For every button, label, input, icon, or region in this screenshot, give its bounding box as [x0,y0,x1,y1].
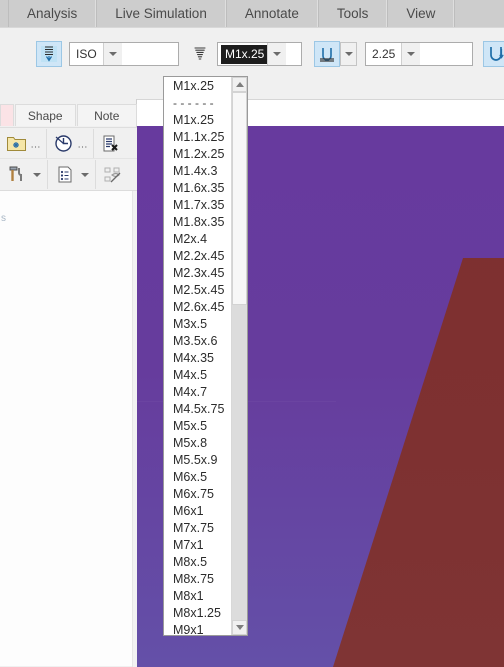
list-properties-group [48,160,96,189]
chevron-down-icon[interactable] [77,162,92,188]
dropdown-item[interactable]: M7x1 [164,537,231,554]
dropdown-item[interactable]: M5.5x.9 [164,452,231,469]
dropdown-item[interactable]: M3x.5 [164,316,231,333]
dropdown-item[interactable]: M1.4x.3 [164,163,231,180]
dropdown-item[interactable]: M1.2x.25 [164,146,231,163]
history-group: ⋯ [47,129,94,158]
thread-standard-value: ISO [76,47,97,61]
thread-class-icon[interactable] [483,41,504,67]
panel-tab-indicator[interactable] [0,104,14,126]
dropdown-item[interactable]: M4x.7 [164,384,231,401]
screw-thread-icon[interactable] [187,41,213,67]
panel-tab-shape[interactable]: Shape [15,104,76,126]
scrollbar-thumb[interactable] [232,92,247,305]
dropdown-item[interactable]: M8x.5 [164,554,231,571]
chevron-down-icon[interactable] [401,43,421,65]
dropdown-item[interactable]: M1.7x.35 [164,197,231,214]
dropdown-item[interactable]: M5x.5 [164,418,231,435]
thread-size-value: M1x.25 [221,44,268,64]
dropdown-item[interactable]: M6x.5 [164,469,231,486]
thread-end-condition-icon[interactable] [314,41,340,67]
dropdown-scrollbar[interactable] [231,77,247,635]
dropdown-item[interactable]: M4x.35 [164,350,231,367]
dropdown-item[interactable]: M2.6x.45 [164,299,231,316]
dropdown-item[interactable]: M8x1.25 [164,605,231,622]
feature-folder-overflow-dots[interactable]: ⋯ [29,131,43,157]
dropdown-item[interactable]: M2.2x.45 [164,248,231,265]
menu-item-tools[interactable]: Tools [317,0,388,27]
end-condition-dropdown-arrow[interactable] [340,42,357,66]
dropdown-item[interactable]: M2x.4 [164,231,231,248]
panel-tab-strip: Shape Note [0,104,137,126]
menu-right-filler [454,0,504,27]
thread-depth-combo[interactable]: 2.25 [365,42,473,66]
panel-scrollbar[interactable] [132,191,137,667]
dropdown-item[interactable]: M7x.75 [164,520,231,537]
history-clock-icon[interactable] [50,131,76,157]
list-properties-icon[interactable] [51,162,77,188]
dropdown-item[interactable]: - - - - - - [164,95,231,112]
menu-item-view[interactable]: View [387,0,455,27]
doc-properties-group [94,129,126,158]
feature-folder-group: ⋯ [0,129,47,158]
left-dock-panel: Shape Note ⋯ ⋯ s [0,99,137,667]
dropdown-item[interactable]: M9x1 [164,622,231,635]
main-menu-bar: Analysis Live Simulation Annotate Tools … [0,0,504,28]
ribbon-toolbar: ISO M1x.25 2.25 [0,27,504,100]
scrollbar-track[interactable] [232,92,247,620]
dropdown-item[interactable]: M2.5x.45 [164,282,231,299]
dropdown-item[interactable]: M1.8x.35 [164,214,231,231]
dropdown-item[interactable]: M1.6x.35 [164,180,231,197]
panel-tab-note[interactable]: Note [76,104,137,126]
chevron-down-icon[interactable] [102,43,122,65]
hide-structure-icon[interactable] [99,162,125,188]
thread-size-value-wrap: M1x.25 [218,43,268,65]
dropdown-item[interactable]: M6x.75 [164,486,231,503]
tools-hammer-icon[interactable] [3,162,29,188]
document-properties-icon[interactable] [97,131,123,157]
dropdown-item[interactable]: M8x1 [164,588,231,605]
dropdown-item[interactable]: M4x.5 [164,367,231,384]
feature-tree-text: s [1,213,6,224]
panel-toolbar-row-1: ⋯ ⋯ [0,127,137,159]
scroll-up-icon[interactable] [232,77,247,92]
thread-command-bar: ISO M1x.25 2.25 [36,40,504,68]
scroll-down-icon[interactable] [232,620,247,635]
chevron-down-icon[interactable] [267,43,287,65]
panel-toolbar-row-2 [0,158,137,190]
thread-size-dropdown-list[interactable]: M1x.25- - - - - - M1x.25 M1.1x.25 M1.2x.25 M… [163,76,248,636]
feature-folder-icon[interactable] [3,131,29,157]
thread-size-combo[interactable]: M1x.25 [217,42,302,66]
thread-tap-icon[interactable] [36,41,62,67]
hide-structure-group [96,160,128,189]
feature-tree-panel[interactable]: s [0,190,137,667]
dropdown-items[interactable]: M1x.25- - - - - - M1x.25 M1.1x.25 M1.2x.25 M… [164,77,231,635]
tools-group [0,160,48,189]
menu-item-live-simulation[interactable]: Live Simulation [96,0,226,27]
menu-left-spacer [0,0,8,27]
thread-depth-value: 2.25 [372,47,396,61]
menu-item-analysis[interactable]: Analysis [8,0,97,27]
thread-standard-combo[interactable]: ISO [69,42,179,66]
dropdown-item[interactable]: M4.5x.75 [164,401,231,418]
dropdown-item[interactable]: M1x.25 [164,112,231,129]
dropdown-item[interactable]: M3.5x.6 [164,333,231,350]
dropdown-item[interactable]: M1.1x.25 [164,129,231,146]
dropdown-item[interactable]: M1x.25 [164,78,231,95]
history-overflow-dots[interactable]: ⋯ [76,131,90,157]
dropdown-item[interactable]: M2.3x.45 [164,265,231,282]
dropdown-item[interactable]: M8x.75 [164,571,231,588]
chevron-down-icon[interactable] [29,162,44,188]
menu-item-annotate[interactable]: Annotate [225,0,318,27]
dropdown-item[interactable]: M6x1 [164,503,231,520]
dropdown-item[interactable]: M5x.8 [164,435,231,452]
